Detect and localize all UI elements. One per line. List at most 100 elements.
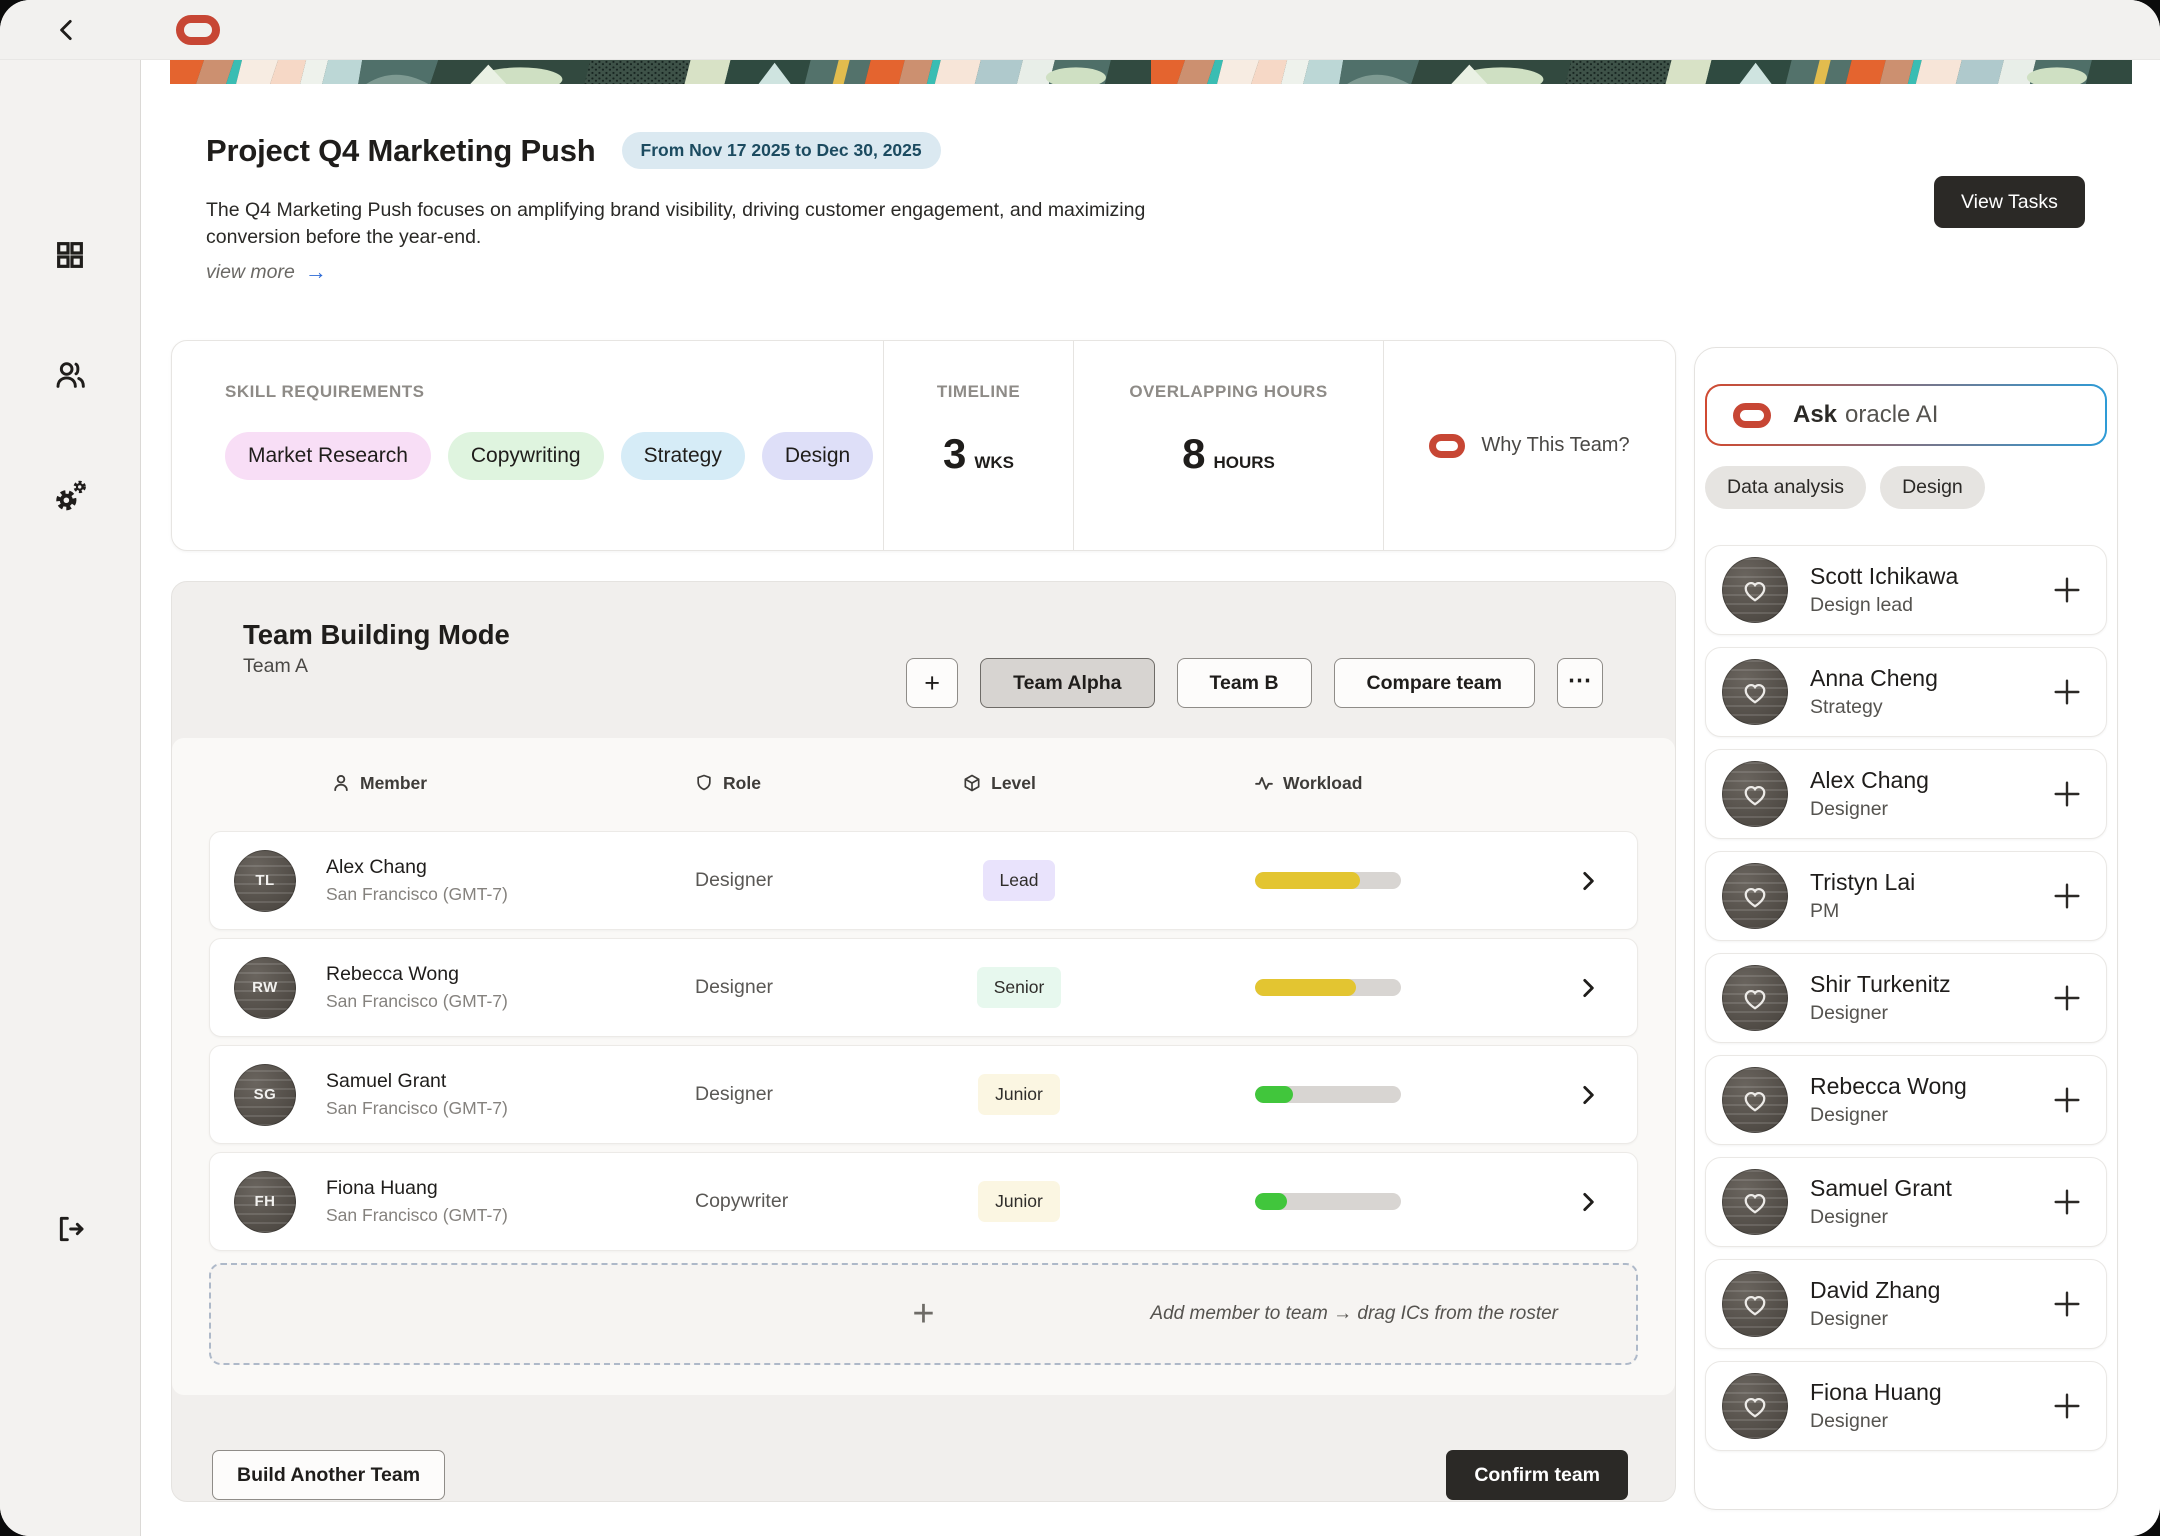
roster-person-card[interactable]: Scott IchikawaDesign lead — [1705, 545, 2107, 635]
heart-icon — [1740, 984, 1770, 1012]
plus-icon[interactable]: + — [912, 1295, 934, 1333]
team-card-footer: Build Another Team Confirm team — [212, 1450, 1628, 1500]
table-row[interactable]: RW Rebecca Wong San Francisco (GMT-7) De… — [209, 938, 1638, 1037]
avatar — [1722, 557, 1788, 623]
avatar — [1722, 965, 1788, 1031]
add-team-button[interactable]: + — [906, 658, 958, 708]
chevron-right-icon[interactable] — [1575, 975, 1601, 1001]
add-person-button[interactable] — [2044, 975, 2090, 1021]
filter-design[interactable]: Design — [1880, 466, 1985, 509]
table-row[interactable]: FH Fiona Huang San Francisco (GMT-7) Cop… — [209, 1152, 1638, 1251]
sidebar-item-dashboard[interactable] — [48, 233, 92, 277]
sidebar-item-people[interactable] — [48, 353, 92, 397]
plus-icon — [2050, 573, 2084, 607]
back-button[interactable] — [48, 11, 86, 49]
banner-art — [170, 60, 2132, 84]
why-this-team-button[interactable]: Why This Team? — [1383, 341, 1675, 550]
skill-requirements-card: SKILL REQUIREMENTS Market Research Copyw… — [171, 340, 1676, 551]
workload-bar — [1255, 1086, 1401, 1103]
overlapping-hours-heading: OVERLAPPING HOURS — [1074, 382, 1383, 402]
add-person-button[interactable] — [2044, 1179, 2090, 1225]
oracle-logo-icon — [1429, 434, 1465, 458]
tab-team-b[interactable]: Team B — [1177, 658, 1312, 708]
add-person-button[interactable] — [2044, 1383, 2090, 1429]
workload-bar — [1255, 979, 1401, 996]
chevron-right-icon[interactable] — [1575, 868, 1601, 894]
heart-icon — [1740, 882, 1770, 910]
person-role: Designer — [1810, 1002, 1951, 1025]
roster-person-card[interactable]: David ZhangDesigner — [1705, 1259, 2107, 1349]
tab-team-alpha[interactable]: Team Alpha — [980, 658, 1154, 708]
heart-icon — [1740, 1188, 1770, 1216]
level-badge: Junior — [978, 1074, 1060, 1115]
oracle-logo-icon — [176, 15, 220, 45]
topbar — [0, 0, 2160, 60]
app-window: Project Q4 Marketing Push From Nov 17 20… — [0, 0, 2160, 1536]
heart-icon — [1740, 678, 1770, 706]
avatar-initials: FH — [255, 1193, 276, 1210]
heart-icon — [1740, 1086, 1770, 1114]
view-tasks-button[interactable]: View Tasks — [1934, 176, 2085, 228]
chevron-right-icon[interactable] — [1575, 1189, 1601, 1215]
timeline-unit: WKS — [974, 453, 1014, 472]
build-another-team-button[interactable]: Build Another Team — [212, 1450, 445, 1500]
project-description: The Q4 Marketing Push focuses on amplify… — [206, 197, 1216, 251]
plus-icon — [2050, 1389, 2084, 1423]
member-location: San Francisco (GMT-7) — [326, 1205, 670, 1226]
add-person-button[interactable] — [2044, 567, 2090, 613]
person-role: Design lead — [1810, 594, 1958, 617]
more-options-button[interactable]: ⋯ — [1557, 658, 1603, 708]
heart-icon — [1740, 780, 1770, 808]
roster-person-card[interactable]: Anna ChengStrategy — [1705, 647, 2107, 737]
roster-person-card[interactable]: Samuel Grant Designer — [1705, 1157, 2107, 1247]
person-name: Samuel Grant — [1810, 1175, 1952, 1202]
activity-icon — [1254, 773, 1274, 793]
member-name: Fiona Huang — [326, 1177, 670, 1200]
plus-icon — [2050, 1185, 2084, 1219]
roster-panel: Askoracle AI Data analysis Design Scott … — [1694, 347, 2118, 1510]
roster-person-card[interactable]: Alex ChangDesigner — [1705, 749, 2107, 839]
view-more-link[interactable]: view more → — [206, 259, 327, 285]
table-row[interactable]: SG Samuel Grant San Francisco (GMT-7) De… — [209, 1045, 1638, 1144]
compare-team-button[interactable]: Compare team — [1334, 658, 1535, 708]
add-person-button[interactable] — [2044, 771, 2090, 817]
ask-oracle-ai-input[interactable]: Askoracle AI — [1705, 384, 2107, 446]
level-badge: Senior — [977, 967, 1062, 1008]
add-person-button[interactable] — [2044, 669, 2090, 715]
add-member-dropzone[interactable]: + Add member to team → drag ICs from the… — [209, 1263, 1638, 1365]
grid-icon — [54, 239, 86, 271]
member-name: Rebecca Wong — [326, 963, 670, 986]
sidebar-item-logout[interactable] — [48, 1207, 92, 1251]
arrow-right-icon: → — [305, 259, 327, 285]
member-location: San Francisco (GMT-7) — [326, 884, 670, 905]
add-person-button[interactable] — [2044, 873, 2090, 919]
member-name: Alex Chang — [326, 856, 670, 879]
chevron-right-icon[interactable] — [1575, 1082, 1601, 1108]
add-person-button[interactable] — [2044, 1281, 2090, 1327]
roster-person-card[interactable]: Tristyn LaiPM — [1705, 851, 2107, 941]
roster-person-card[interactable]: Fiona HuangDesigner — [1705, 1361, 2107, 1451]
workload-fill — [1255, 979, 1356, 996]
page-title: Project Q4 Marketing Push — [206, 133, 596, 169]
view-more-label: view more — [206, 261, 295, 284]
table-row[interactable]: TL Alex Chang San Francisco (GMT-7) Desi… — [209, 831, 1638, 930]
person-role: Designer — [1810, 1206, 1952, 1229]
plus-icon — [2050, 879, 2084, 913]
heart-icon — [1740, 1392, 1770, 1420]
add-person-button[interactable] — [2044, 1077, 2090, 1123]
sidebar-item-settings[interactable] — [48, 474, 92, 518]
confirm-team-button[interactable]: Confirm team — [1446, 1450, 1628, 1500]
workload-bar — [1255, 872, 1401, 889]
users-icon — [54, 359, 86, 391]
filter-data-analysis[interactable]: Data analysis — [1705, 466, 1866, 509]
roster-person-card[interactable]: Shir TurkenitzDesigner — [1705, 953, 2107, 1043]
roster-person-card[interactable]: Rebecca WongDesigner — [1705, 1055, 2107, 1145]
avatar-initials: RW — [252, 979, 278, 996]
skills-heading: SKILL REQUIREMENTS — [225, 382, 883, 402]
timeline-stat: TIMELINE 3WKS — [883, 341, 1073, 550]
person-role: PM — [1810, 900, 1915, 923]
member-name: Samuel Grant — [326, 1070, 670, 1093]
overlapping-hours-stat: OVERLAPPING HOURS 8HOURS — [1073, 341, 1383, 550]
person-name: David Zhang — [1810, 1277, 1940, 1304]
person-icon — [331, 773, 351, 793]
